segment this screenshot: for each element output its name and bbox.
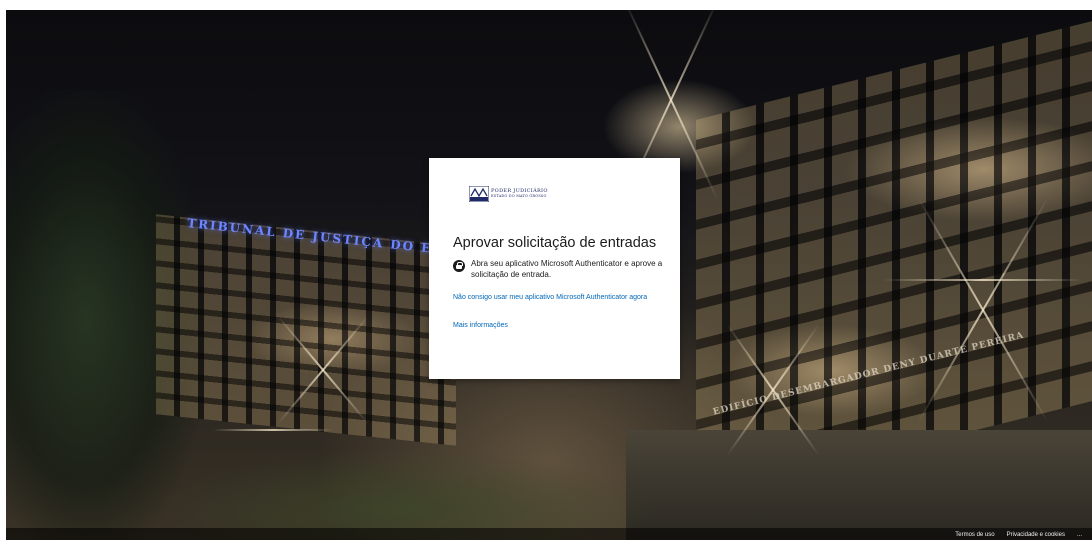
lock-icon xyxy=(453,260,465,272)
message-text: Abra seu aplicativo Microsoft Authentica… xyxy=(471,259,663,279)
building-right xyxy=(696,20,1092,500)
footer: Termos de uso Privacidade e cookies ... xyxy=(955,532,1082,538)
more-info-link[interactable]: Mais informações xyxy=(453,322,508,329)
signin-card: PODER JUDICIÁRIO ESTADO DO MATO GROSSO A… xyxy=(429,158,680,379)
more-options-link[interactable]: ... xyxy=(1077,532,1082,538)
footer-bar xyxy=(6,528,1092,540)
logo-text: PODER JUDICIÁRIO ESTADO DO MATO GROSSO xyxy=(491,189,548,199)
organization-logo: PODER JUDICIÁRIO ESTADO DO MATO GROSSO xyxy=(469,186,549,202)
light-flare xyxy=(883,279,1083,281)
building-entrance xyxy=(626,430,1092,540)
light-flare xyxy=(213,429,333,431)
cannot-use-authenticator-link[interactable]: Não consigo usar meu aplicativo Microsof… xyxy=(453,292,658,303)
logo-line2: ESTADO DO MATO GROSSO xyxy=(491,194,547,199)
authenticator-message: Abra seu aplicativo Microsoft Authentica… xyxy=(453,259,663,280)
privacy-link[interactable]: Privacidade e cookies xyxy=(1007,532,1065,538)
terms-link[interactable]: Termos de uso xyxy=(955,532,994,538)
page-title: Aprovar solicitação de entradas xyxy=(453,235,657,251)
logo-emblem-icon xyxy=(469,186,489,202)
trees-bottom xyxy=(156,450,656,540)
